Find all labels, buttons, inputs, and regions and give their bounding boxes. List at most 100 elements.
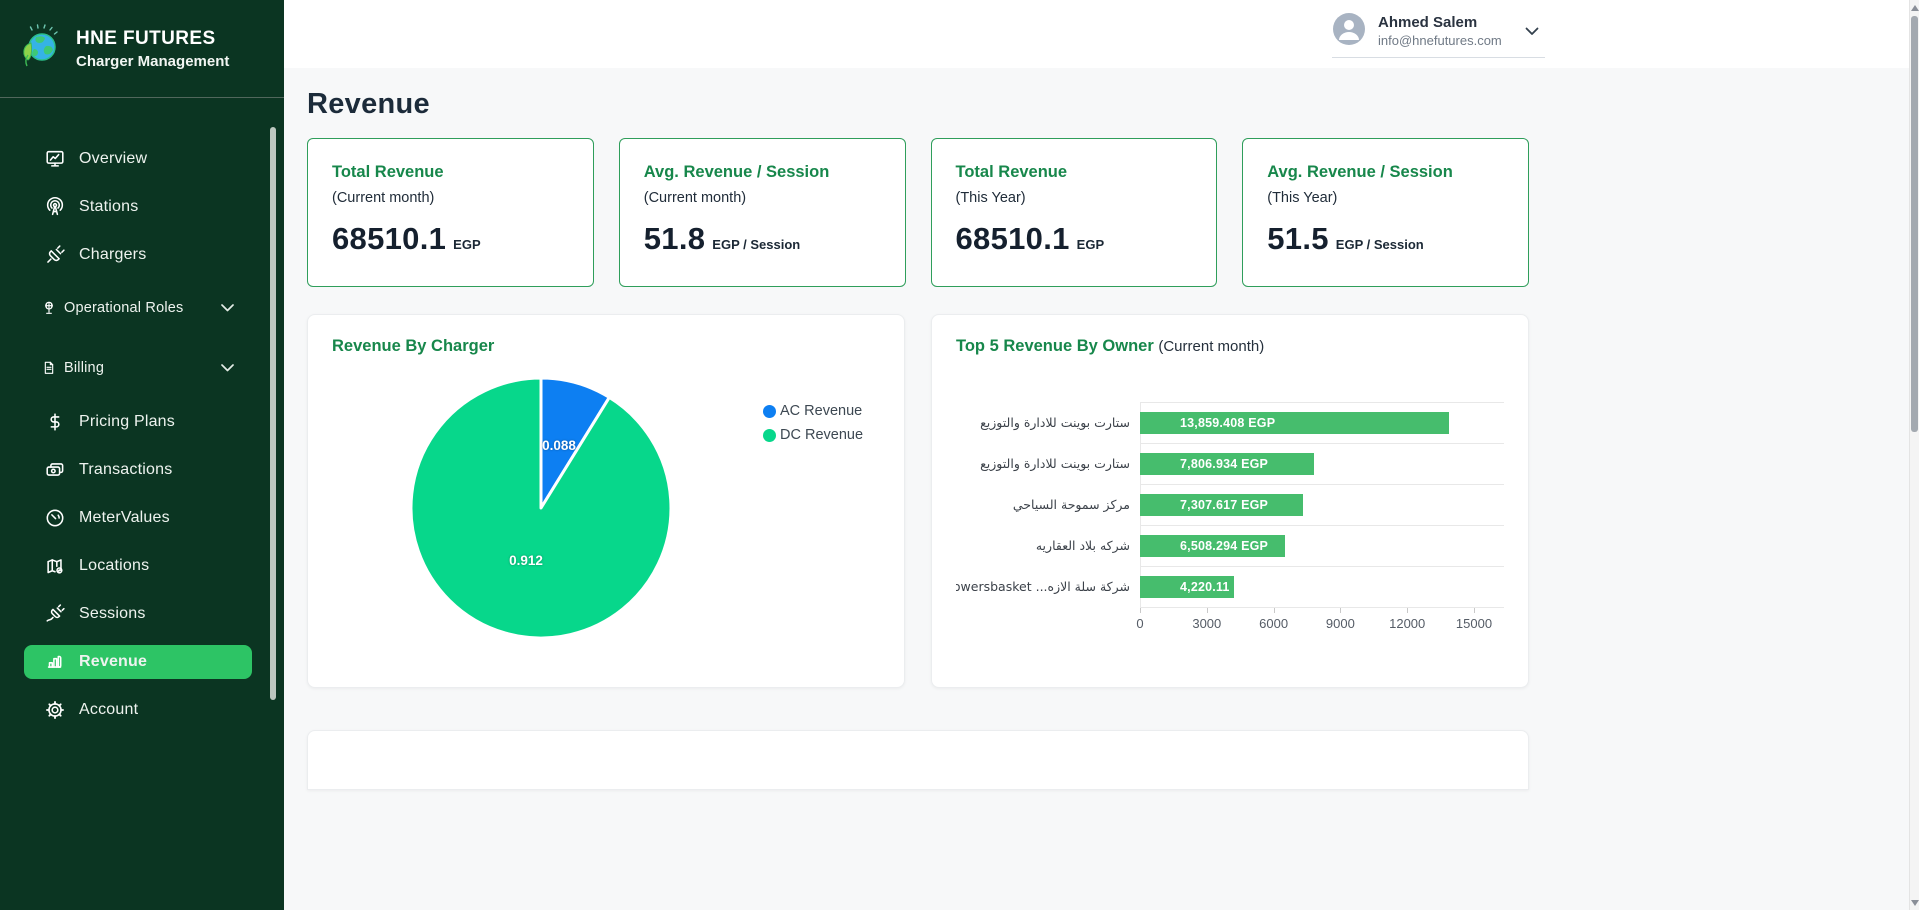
sidebar-item-label: Transactions <box>79 461 172 479</box>
axis-tick <box>1274 608 1275 613</box>
bar-chart-title-main: Top 5 Revenue By Owner <box>956 337 1154 355</box>
sidebar-item-chargers[interactable]: Chargers <box>0 231 284 279</box>
bar-category-label: ستارت بوينت للادارة والتوزيع <box>956 443 1140 484</box>
stat-card-period: (This Year) <box>1267 190 1504 206</box>
chevron-down-icon <box>221 300 234 316</box>
window-scrollbar[interactable] <box>1909 0 1919 910</box>
scrollbar-down-arrow-icon[interactable] <box>1911 900 1919 906</box>
sidebar-item-label: Operational Roles <box>64 300 183 316</box>
chevron-down-icon <box>1525 23 1539 41</box>
bar-category-label: مركز سموحة السياحي <box>956 484 1140 525</box>
sidebar-item-label: Account <box>79 701 138 719</box>
sidebar-item-locations[interactable]: Locations <box>0 542 284 590</box>
pie-slice-dc-revenue <box>411 378 671 638</box>
brand-subtitle: Charger Management <box>76 53 229 70</box>
bar-value-label: 7,806.934 EGP <box>1180 457 1268 471</box>
sidebar-nav: OverviewStations Chargers Operational Role… <box>0 98 284 734</box>
bar-row: مركز سموحة السياحي 7,307.617 EGP <box>956 484 1504 525</box>
bar-category-label: شركة سلة الازه... Flowersbasket <box>956 566 1140 607</box>
user-menu[interactable]: Ahmed Salem info@hnefutures.com <box>1332 10 1545 58</box>
bar-category-label: شركه بلاد العقاريه <box>956 525 1140 566</box>
sidebar-item-revenue[interactable]: Revenue <box>24 645 252 679</box>
topbar: Ahmed Salem info@hnefutures.com <box>284 0 1919 68</box>
sidebar-item-label: Pricing Plans <box>79 413 175 431</box>
brand-logo-icon <box>18 22 64 75</box>
scrollbar-up-arrow-icon[interactable] <box>1911 5 1919 11</box>
sidebar-item-label: Chargers <box>79 246 146 264</box>
bar-chart-subtitle: (Current month) <box>1158 338 1264 355</box>
bar-row: ستارت بوينت للادارة والتوزيع 13,859.408 E… <box>956 402 1504 443</box>
stat-card-title: Total Revenue <box>332 163 569 182</box>
sidebar-item-sessions[interactable]: Sessions <box>0 590 284 638</box>
banknotes-icon <box>44 459 66 481</box>
sidebar-item-label: Billing <box>64 360 104 376</box>
legend-label: AC Revenue <box>780 403 862 419</box>
antenna-icon <box>44 196 66 218</box>
brand-title: HNE FUTURES <box>76 28 229 50</box>
bar-chart-title: Top 5 Revenue By Owner (Current month) <box>956 337 1264 356</box>
bar-plot-area: 6,508.294 EGP <box>1140 525 1504 566</box>
pie-slice-label: 0.088 <box>542 438 576 453</box>
bar-value-label: 6,508.294 EGP <box>1180 539 1268 553</box>
stat-card-unit: EGP / Session <box>1336 237 1424 252</box>
stat-card-value: 68510.1 <box>332 221 446 257</box>
content: Revenue Total Revenue(Current month)6851… <box>284 68 1919 910</box>
invoice-icon <box>41 360 57 376</box>
stat-card-period: (Current month) <box>332 190 569 206</box>
bar-plot-area: 4,220.11 <box>1140 566 1504 607</box>
bar: 13,859.408 EGP <box>1140 412 1449 434</box>
stat-card-avg-revenue-session-this-year: Avg. Revenue / Session(This Year)51.5EGP… <box>1242 138 1529 287</box>
stat-card-value: 68510.1 <box>956 221 1070 257</box>
stat-card-value: 51.8 <box>644 221 706 257</box>
legend-item-ac-revenue[interactable]: AC Revenue <box>763 399 863 423</box>
bar-category-label: ستارت بوينت للادارة والتوزيع <box>956 402 1140 443</box>
stat-card-title: Avg. Revenue / Session <box>644 163 881 182</box>
sidebar-item-operational-roles[interactable]: Operational Roles <box>0 284 284 332</box>
top5-revenue-by-owner-card: Top 5 Revenue By Owner (Current month) س… <box>931 314 1529 688</box>
pie-legend: AC Revenue DC Revenue <box>763 399 863 447</box>
main-area: Ahmed Salem info@hnefutures.com Revenue … <box>284 0 1919 910</box>
bar-chart-x-axis: 03000600090001200015000 <box>1140 608 1504 638</box>
horizontal-bar-chart: ستارت بوينت للادارة والتوزيع 13,859.408 E… <box>956 402 1504 638</box>
sidebar-scrollbar[interactable] <box>270 127 276 700</box>
stat-cards-row: Total Revenue (Current month) 68510.1 EGP Av… <box>307 138 1529 287</box>
scrollbar-thumb[interactable] <box>1911 16 1918 432</box>
user-email: info@hnefutures.com <box>1378 33 1502 49</box>
revenue-by-charger-card: Revenue By Charger 0.0880.912 AC Revenue… <box>307 314 905 688</box>
sidebar: HNE FUTURES Charger Management OverviewS… <box>0 0 284 910</box>
bar: 7,307.617 EGP <box>1140 494 1303 516</box>
bar: 6,508.294 EGP <box>1140 535 1285 557</box>
legend-dot <box>763 405 776 418</box>
sidebar-item-account[interactable]: Account <box>0 686 284 734</box>
bar: 7,806.934 EGP <box>1140 453 1314 475</box>
axis-tick <box>1474 608 1475 613</box>
bar-plot-area: 13,859.408 EGP <box>1140 402 1504 443</box>
axis-tick-label: 6000 <box>1259 616 1288 631</box>
stat-card-unit: EGP <box>1077 237 1104 252</box>
sidebar-item-transactions[interactable]: Transactions <box>0 446 284 494</box>
bar-row: شركة سلة الازه... Flowersbasket4,220.11 <box>956 566 1504 607</box>
axis-tick <box>1340 608 1341 613</box>
chevron-down-icon <box>221 360 234 376</box>
bar-value-label: 13,859.408 EGP <box>1180 416 1275 430</box>
axis-tick-label: 12000 <box>1389 616 1425 631</box>
sidebar-item-pricing-plans[interactable]: Pricing Plans <box>0 398 284 446</box>
bar-plot-area: 7,307.617 EGP <box>1140 484 1504 525</box>
stat-card-period: (Current month) <box>644 190 881 206</box>
stat-card-title: Total Revenue <box>956 163 1193 182</box>
stat-card-unit: EGP / Session <box>712 237 800 252</box>
axis-tick-label: 3000 <box>1192 616 1221 631</box>
sidebar-item-billing[interactable]: Billing <box>0 344 284 392</box>
next-section-card <box>307 730 1529 790</box>
sidebar-item-overview[interactable]: Overview <box>0 135 284 183</box>
charts-row: Revenue By Charger 0.0880.912 AC Revenue… <box>307 314 1529 688</box>
bar-value-label: 7,307.617 EGP <box>1180 498 1268 512</box>
sidebar-item-metervalues[interactable]: MeterValues <box>0 494 284 542</box>
bar-chart-icon <box>44 651 66 673</box>
bar-plot-area: 7,806.934 EGP <box>1140 443 1504 484</box>
monitor-chart-icon <box>44 148 66 170</box>
legend-item-dc-revenue[interactable]: DC Revenue <box>763 423 863 447</box>
sidebar-item-stations[interactable]: Stations <box>0 183 284 231</box>
axis-tick <box>1140 608 1141 613</box>
sidebar-item-label: Revenue <box>79 653 147 671</box>
